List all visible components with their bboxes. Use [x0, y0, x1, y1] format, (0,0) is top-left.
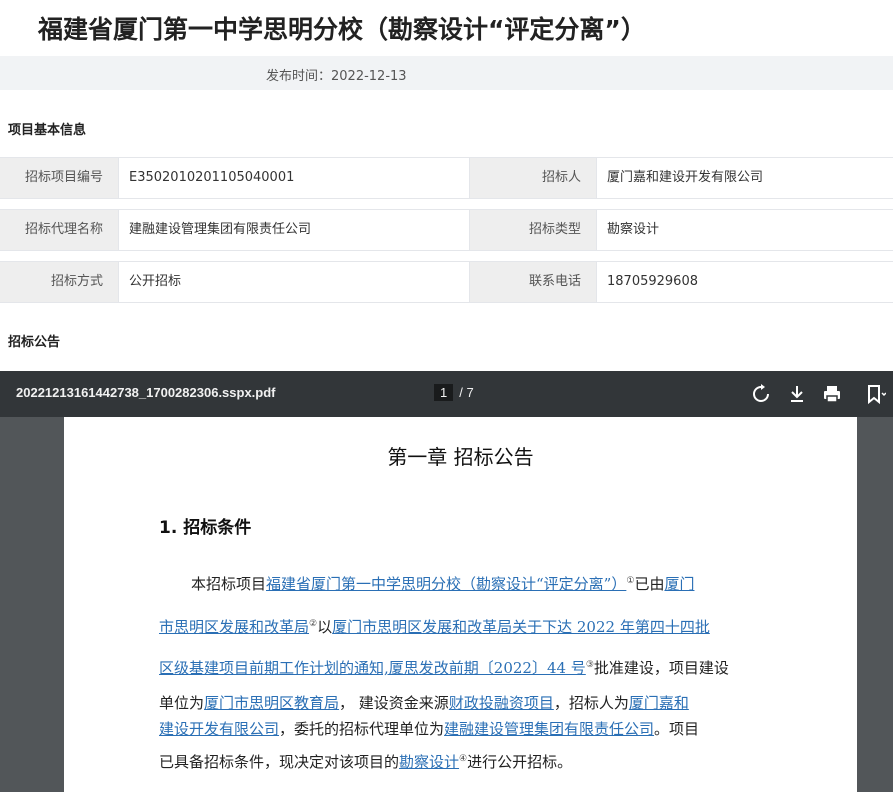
- info-row: 招标代理名称 建融建设管理集团有限责任公司 招标类型 勘察设计: [0, 209, 893, 251]
- publish-bar: 发布时间：2022-12-13: [0, 56, 893, 90]
- print-icon[interactable]: [821, 383, 843, 405]
- section-heading: 1. 招标条件: [159, 518, 252, 538]
- pdf-page: 第一章 招标公告 1. 招标条件 本招标项目福建省厦门第一中学思明分校（勘察设计…: [64, 417, 857, 792]
- page-title: 福建省厦门第一中学思明分校（勘察设计“评定分离”）: [38, 15, 646, 44]
- section-title-basic-info: 项目基本信息: [8, 123, 87, 138]
- para-line: 区级基建项目前期工作计划的通知,厦思发改前期〔2022〕44 号③批准建设，项目…: [159, 659, 729, 677]
- page-indicator: 1 / 7: [434, 384, 474, 401]
- info-row: 招标项目编号 E3502010201105040001 招标人 厦门嘉和建设开发…: [0, 157, 893, 199]
- label-project-number: 招标项目编号: [0, 158, 118, 198]
- download-icon[interactable]: [786, 383, 808, 405]
- para-line: 本招标项目福建省厦门第一中学思明分校（勘察设计“评定分离”）①已由厦门: [191, 575, 695, 593]
- chapter-title: 第一章 招标公告: [387, 445, 534, 469]
- pdf-filename: 20221213161442738_1700282306.sspx.pdf: [16, 385, 276, 400]
- label-tender-type: 招标类型: [470, 210, 596, 250]
- publish-date: 发布时间：2022-12-13: [266, 69, 407, 84]
- section-title-notice: 招标公告: [8, 335, 61, 350]
- page-number-input[interactable]: 1: [434, 384, 454, 401]
- value-project-number: E3502010201105040001: [118, 158, 470, 198]
- value-tenderer: 厦门嘉和建设开发有限公司: [596, 158, 893, 198]
- label-tender-method: 招标方式: [0, 262, 118, 302]
- value-phone: 18705929608: [596, 262, 893, 302]
- value-agency: 建融建设管理集团有限责任公司: [118, 210, 470, 250]
- para-line: 已具备招标条件，现决定对该项目的勘察设计④进行公开招标。: [159, 753, 573, 771]
- para-line: 市思明区发展和改革局②以厦门市思明区发展和改革局关于下达 2022 年第四十四批: [159, 618, 710, 636]
- label-phone: 联系电话: [470, 262, 596, 302]
- para-line: 建设开发有限公司，委托的招标代理单位为建融建设管理集团有限责任公司。项目: [159, 720, 700, 738]
- info-row: 招标方式 公开招标 联系电话 18705929608: [0, 261, 893, 303]
- value-tender-type: 勘察设计: [596, 210, 893, 250]
- label-tenderer: 招标人: [470, 158, 596, 198]
- rotate-icon[interactable]: [750, 383, 772, 405]
- bookmark-icon[interactable]: [864, 383, 887, 405]
- para-line: 单位为厦门市思明区教育局， 建设资金来源财政投融资项目，招标人为厦门嘉和: [159, 694, 689, 712]
- pdf-viewport[interactable]: 第一章 招标公告 1. 招标条件 本招标项目福建省厦门第一中学思明分校（勘察设计…: [0, 417, 893, 792]
- page-total: / 7: [459, 385, 474, 400]
- pdf-toolbar: 20221213161442738_1700282306.sspx.pdf 1 /…: [0, 371, 893, 417]
- value-tender-method: 公开招标: [118, 262, 470, 302]
- label-agency: 招标代理名称: [0, 210, 118, 250]
